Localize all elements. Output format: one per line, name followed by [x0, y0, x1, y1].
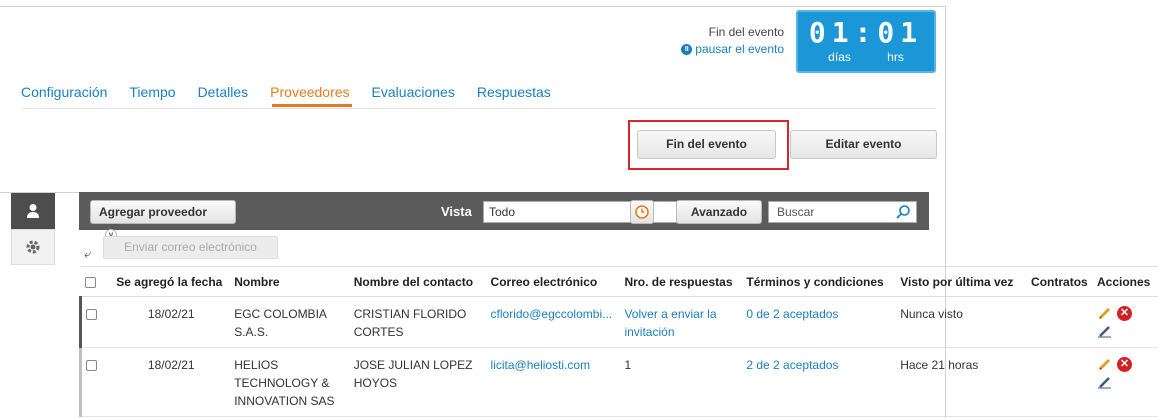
pause-event-link[interactable]: II pausar el evento	[681, 42, 784, 56]
last-seen-cell: Nunca visto	[896, 296, 1028, 348]
contracts-cell	[1027, 296, 1093, 348]
search-placeholder: Buscar	[777, 205, 815, 219]
last-seen-cell: Hace 21 horas	[896, 347, 1028, 417]
date-cell: 18/02/21	[112, 347, 231, 417]
responses-header[interactable]: Nro. de respuestas	[620, 266, 743, 297]
email-cell[interactable]: cflorido@egccolombi...	[486, 296, 621, 348]
schedule-button[interactable]	[630, 200, 654, 224]
date-cell: 18/02/21	[112, 296, 231, 348]
suppliers-toolbar: Agregar proveedor v Vista Todo ▼ Avanzad…	[79, 192, 929, 241]
reply-arrow-icon: ⤶	[84, 246, 92, 261]
pause-icon: II	[681, 43, 693, 55]
responses-cell: 1	[620, 347, 743, 417]
user-icon	[27, 204, 39, 218]
tabs-divider	[21, 108, 936, 109]
tab-respuestas[interactable]: Respuestas	[477, 84, 551, 100]
name-cell: HELIOS TECHNOLOGY & INNOVATION SAS	[230, 347, 350, 417]
table-row: 18/02/21 HELIOS TECHNOLOGY & INNOVATION …	[79, 347, 1158, 417]
suppliers-panel-tab[interactable]	[11, 193, 55, 229]
row-select-cell	[79, 347, 113, 417]
event-end-label: Fin del evento	[708, 25, 784, 39]
pause-event-label: pausar el evento	[695, 42, 784, 56]
suppliers-table: Se agregó la fecha Nombre Nombre del con…	[79, 266, 1158, 417]
tab-configuracion[interactable]: Configuración	[21, 84, 107, 100]
add-supplier-label: Agregar proveedor	[99, 205, 208, 219]
contact-cell: CRISTIAN FLORIDO CORTES	[349, 296, 487, 348]
edit-contact-icon[interactable]	[1097, 375, 1113, 389]
add-supplier-button[interactable]: Agregar proveedor v	[90, 200, 236, 241]
clock-icon	[635, 205, 649, 219]
name-cell: EGC COLOMBIA S.A.S.	[230, 296, 350, 348]
active-tab-indicator	[272, 104, 352, 107]
delete-icon[interactable]: ✕	[1117, 305, 1132, 321]
advanced-button[interactable]: Avanzado	[676, 200, 762, 224]
tab-detalles[interactable]: Detalles	[198, 84, 249, 100]
view-select-value: Todo	[489, 205, 516, 219]
edit-event-button[interactable]: Editar evento	[790, 130, 937, 159]
actions-cell: ✕	[1093, 347, 1158, 417]
edit-contact-icon[interactable]	[1097, 324, 1113, 338]
select-all-header	[80, 266, 113, 297]
event-timer: 01:01 días hrs	[796, 10, 936, 73]
terms-header[interactable]: Términos y condiciones	[742, 266, 897, 297]
timer-digits: 01:01	[808, 16, 924, 49]
name-header[interactable]: Nombre	[230, 266, 350, 297]
event-info: Fin del evento II pausar el evento	[681, 25, 784, 56]
contact-cell: JOSE JULIAN LOPEZ HOYOS	[349, 347, 487, 417]
email-header[interactable]: Correo electrónico	[486, 266, 621, 297]
tab-evaluaciones[interactable]: Evaluaciones	[372, 84, 455, 100]
tab-proveedores[interactable]: Proveedores	[270, 84, 349, 100]
settings-panel-tab[interactable]	[11, 229, 55, 265]
gear-user-icon	[26, 240, 40, 254]
search-input[interactable]: Buscar	[768, 201, 917, 223]
timer-days-label: días	[828, 50, 851, 64]
timer-hours-label: hrs	[887, 50, 904, 64]
pencil-icon[interactable]	[1097, 356, 1113, 372]
tab-tiempo[interactable]: Tiempo	[129, 84, 175, 100]
actions-cell: ✕	[1093, 296, 1158, 348]
terms-cell[interactable]: 0 de 2 aceptados	[742, 296, 897, 348]
last-seen-header[interactable]: Visto por última vez	[896, 266, 1028, 297]
send-email-button[interactable]: Enviar correo electrónico	[103, 236, 278, 259]
contracts-header[interactable]: Contratos	[1027, 266, 1093, 297]
view-label: Vista	[441, 204, 472, 219]
table-row: 18/02/21 EGC COLOMBIA S.A.S. CRISTIAN FL…	[79, 296, 1158, 348]
search-icon[interactable]	[895, 204, 911, 220]
contracts-cell	[1027, 347, 1093, 417]
event-tabs: Configuración Tiempo Detalles Proveedore…	[21, 84, 573, 100]
frame-top-border	[0, 6, 946, 7]
row-checkbox[interactable]	[86, 360, 97, 372]
contact-header[interactable]: Nombre del contacto	[349, 266, 487, 297]
email-cell[interactable]: licita@heliosti.com	[486, 347, 621, 417]
view-select[interactable]: Todo ▼	[483, 201, 703, 223]
terms-cell[interactable]: 2 de 2 aceptados	[742, 347, 897, 417]
pencil-icon[interactable]	[1097, 305, 1113, 321]
row-select-cell	[79, 296, 113, 348]
select-all-checkbox[interactable]	[84, 276, 96, 288]
date-header[interactable]: Se agregó la fecha	[112, 266, 231, 297]
row-checkbox[interactable]	[86, 309, 97, 321]
delete-icon[interactable]: ✕	[1117, 356, 1132, 372]
actions-header: Acciones	[1093, 266, 1158, 297]
resend-invitation-link[interactable]: Volver a enviar la invitación	[620, 296, 743, 348]
table-header-row: Se agregó la fecha Nombre Nombre del con…	[80, 266, 1158, 297]
end-event-button[interactable]: Fin del evento	[637, 130, 776, 159]
